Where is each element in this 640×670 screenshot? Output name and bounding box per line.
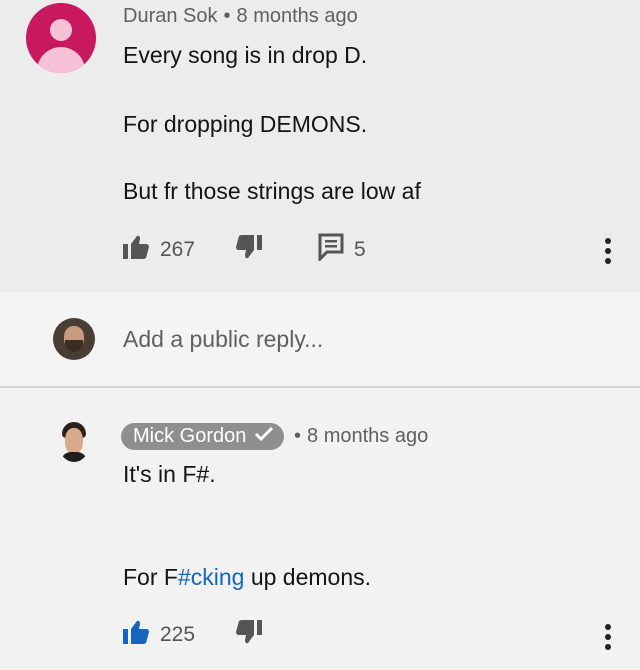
comment-actions: 267 5 [122, 233, 366, 266]
avatar-body [37, 47, 85, 73]
reply-line-2: For F#cking up demons. [123, 564, 371, 591]
thumbs-up-icon[interactable] [122, 619, 150, 650]
avatar-head [50, 19, 72, 41]
verified-check-icon [254, 425, 274, 448]
reply-line-1: It's in F#. [123, 461, 216, 487]
meta-separator: • [223, 5, 231, 27]
avatar[interactable] [53, 318, 95, 360]
comment-icon[interactable] [318, 233, 344, 266]
verified-author-badge[interactable]: Mick Gordon [121, 423, 285, 450]
meta-separator: • [294, 425, 302, 447]
reply-time[interactable]: 8 months ago [307, 425, 428, 447]
reply-actions: 225 [122, 619, 263, 650]
hashtag-link[interactable]: #cking [178, 564, 244, 590]
avatar[interactable] [26, 3, 96, 73]
thumbs-up-icon[interactable] [122, 234, 150, 265]
avatar-face [65, 428, 83, 454]
reply-meta: • 8 months ago [294, 425, 428, 448]
avatar-beard [65, 340, 83, 352]
comment-line-3: But fr those strings are low af [123, 178, 421, 204]
thumbs-down-icon[interactable] [235, 234, 263, 265]
thumbs-down-icon[interactable] [235, 619, 263, 650]
like-count: 225 [160, 622, 196, 646]
reply-count: 5 [354, 237, 366, 261]
avatar[interactable] [57, 418, 91, 462]
comment-line-1: Every song is in drop D. [123, 42, 368, 68]
comment-meta: Duran Sok • 8 months ago [123, 5, 358, 28]
reply-text-prefix: For F [123, 564, 178, 590]
comment-line-2: For dropping DEMONS. [123, 111, 368, 137]
reply-input[interactable]: Add a public reply... [123, 326, 323, 353]
like-count: 267 [160, 237, 196, 261]
more-vert-icon[interactable] [605, 624, 611, 654]
more-vert-icon[interactable] [605, 238, 611, 268]
comment-author[interactable]: Duran Sok [123, 5, 218, 27]
reply-author: Mick Gordon [133, 425, 247, 447]
avatar-shirt [61, 452, 87, 462]
comment-time[interactable]: 8 months ago [237, 5, 358, 27]
reply-text-suffix: up demons. [244, 564, 372, 590]
